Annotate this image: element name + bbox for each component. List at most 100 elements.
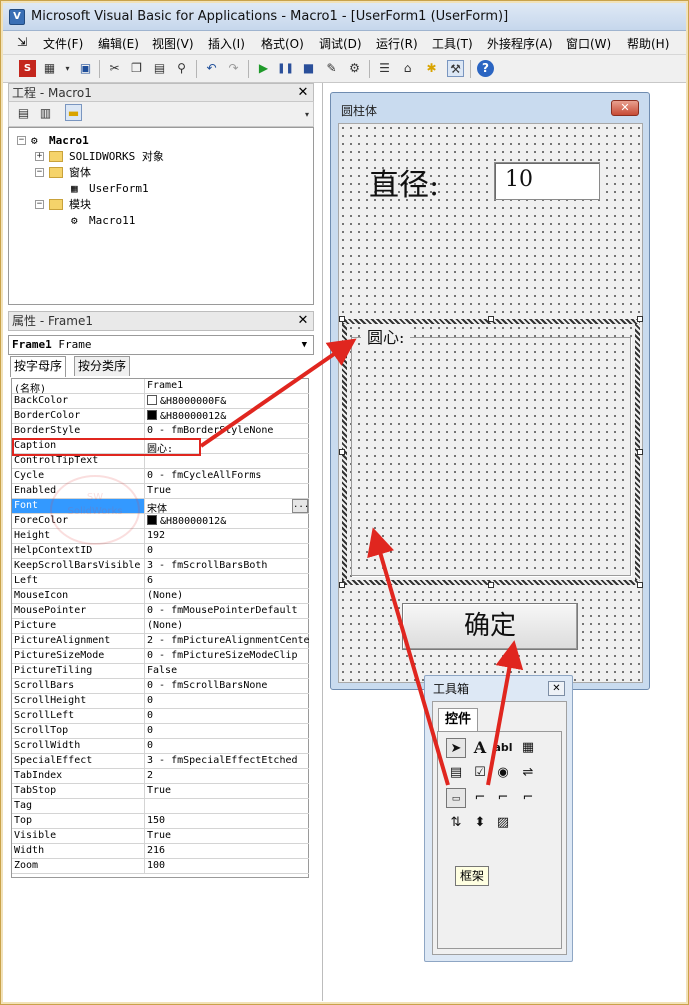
toolbox-window[interactable]: 工具箱 ✕ 控件 ➤ A abl ▦ ▤ ☑ ◉ ⇌ ▭ ⌐ ⌐ ⌐ ⇅ ⬍ ▨… (424, 675, 573, 962)
ellipsis-button[interactable]: ... (292, 499, 309, 513)
property-row[interactable]: BorderColor &H80000012& (12, 409, 309, 424)
property-value[interactable]: 3 - fmSpecialEffectEtched (147, 755, 309, 766)
column-divider[interactable] (144, 754, 145, 769)
property-value[interactable]: (None) (147, 590, 309, 601)
property-row[interactable]: PictureSizeMode 0 - fmPictureSizeModeClip (12, 649, 309, 664)
property-value[interactable]: 0 (147, 740, 309, 751)
column-divider[interactable] (144, 409, 145, 424)
property-value[interactable]: 6 (147, 575, 309, 586)
property-row[interactable]: ScrollLeft 0 (12, 709, 309, 724)
menu-debug[interactable]: 调试(D) (319, 35, 362, 52)
resize-handle[interactable] (637, 582, 643, 588)
find-icon[interactable]: ⚲ (173, 60, 190, 77)
scrollbar-tool-icon[interactable]: ⇅ (446, 813, 466, 833)
chevron-down-icon[interactable]: ▼ (302, 336, 307, 354)
property-row[interactable]: SpecialEffect 3 - fmSpecialEffectEtched (12, 754, 309, 769)
select-pointer-icon[interactable]: ➤ (446, 738, 466, 758)
column-divider[interactable] (144, 574, 145, 589)
stop-icon[interactable]: ■ (300, 60, 317, 77)
column-divider[interactable] (144, 724, 145, 739)
column-divider[interactable] (144, 844, 145, 859)
property-row[interactable]: TabIndex 2 (12, 769, 309, 784)
help-icon[interactable]: ? (477, 60, 494, 77)
collapse-icon[interactable]: − (35, 200, 44, 209)
close-icon[interactable]: ✕ (611, 100, 639, 116)
property-row[interactable]: HelpContextID 0 (12, 544, 309, 559)
column-divider[interactable] (144, 454, 145, 469)
column-divider[interactable] (144, 529, 145, 544)
close-icon[interactable]: ✕ (548, 681, 565, 696)
menu-format[interactable]: 格式(O) (261, 35, 304, 52)
property-row[interactable]: BackColor &H8000000F& (12, 394, 309, 409)
redo-icon[interactable]: ↷ (225, 60, 242, 77)
property-row[interactable]: KeepScrollBarsVisible 3 - fmScrollBarsBot… (12, 559, 309, 574)
tab-alphabetic[interactable]: 按字母序 (10, 356, 67, 377)
resize-handle[interactable] (637, 316, 643, 322)
property-row[interactable]: ScrollBars 0 - fmScrollBarsNone (12, 679, 309, 694)
resize-handle[interactable] (339, 316, 345, 322)
property-value[interactable]: 0 - fmMousePointerDefault (147, 605, 309, 616)
property-value[interactable]: True (147, 785, 309, 796)
cut-icon[interactable]: ✂ (106, 60, 123, 77)
column-divider[interactable] (144, 544, 145, 559)
property-value[interactable]: 100 (147, 860, 309, 871)
spinbutton-tool-icon[interactable]: ⬍ (470, 813, 490, 833)
column-divider[interactable] (144, 859, 145, 874)
menu-run[interactable]: 运行(R) (376, 35, 418, 52)
optionbutton-tool-icon[interactable]: ◉ (493, 763, 513, 783)
column-divider[interactable] (144, 484, 145, 499)
resize-handle[interactable] (637, 449, 643, 455)
column-divider[interactable] (144, 649, 145, 664)
dropdown-icon[interactable]: ▾ (59, 60, 76, 77)
property-value[interactable]: 0 (147, 725, 309, 736)
property-value[interactable]: True (147, 485, 309, 496)
column-divider[interactable] (144, 739, 145, 754)
design-mode-icon[interactable]: ✎ (323, 60, 340, 77)
close-icon[interactable]: ✕ (296, 314, 310, 328)
property-value[interactable]: 2 (147, 770, 309, 781)
property-value[interactable]: 0 - fmScrollBarsNone (147, 680, 309, 691)
menu-tools[interactable]: 工具(T) (432, 35, 473, 52)
property-row[interactable]: PictureTiling False (12, 664, 309, 679)
collapse-icon[interactable]: − (17, 136, 26, 145)
column-divider[interactable] (144, 709, 145, 724)
property-value[interactable]: 0 - fmPictureSizeModeClip (147, 650, 309, 661)
property-row[interactable]: ScrollHeight 0 (12, 694, 309, 709)
property-row[interactable]: Left 6 (12, 574, 309, 589)
paste-icon[interactable]: ▤ (151, 60, 168, 77)
object-browser-icon[interactable]: ⌂ (399, 60, 416, 77)
property-value[interactable]: Frame1 (147, 380, 309, 391)
image-tool-icon[interactable]: ▨ (493, 813, 513, 833)
column-divider[interactable] (144, 424, 145, 439)
property-value[interactable]: &H80000012& (147, 515, 309, 527)
property-row[interactable]: BorderStyle 0 - fmBorderStyleNone (12, 424, 309, 439)
property-value[interactable]: True (147, 830, 309, 841)
collapse-icon[interactable]: − (35, 168, 44, 177)
property-row[interactable]: ControlTipText (12, 454, 309, 469)
property-row[interactable]: Visible True (12, 829, 309, 844)
close-icon[interactable]: ✕ (296, 86, 310, 100)
property-value[interactable]: 0 (147, 710, 309, 721)
object-selector[interactable]: Frame1 Frame ▼ (8, 335, 314, 355)
menu-help[interactable]: 帮助(H) (627, 35, 669, 52)
tools-icon[interactable]: ⚒ (447, 60, 464, 77)
resize-handle[interactable] (339, 582, 345, 588)
resize-handle[interactable] (339, 449, 345, 455)
column-divider[interactable] (144, 634, 145, 649)
property-row[interactable]: ScrollTop 0 (12, 724, 309, 739)
menu-file[interactable]: 文件(F) (43, 35, 83, 52)
textbox-tool-icon[interactable]: abl (493, 738, 513, 758)
menu-addins[interactable]: 外接程序(A) (487, 35, 553, 52)
listbox-tool-icon[interactable]: ▤ (446, 763, 466, 783)
property-value[interactable]: &H80000012& (147, 410, 309, 422)
view-code-icon[interactable]: ▤ (15, 105, 32, 122)
project-explorer-icon[interactable]: ⚙ (346, 60, 363, 77)
multipage-tool-icon[interactable]: ⌐ (518, 788, 538, 808)
tab-categorized[interactable]: 按分类序 (74, 356, 131, 376)
property-row[interactable]: Zoom 100 (12, 859, 309, 874)
column-divider[interactable] (144, 694, 145, 709)
diameter-textbox[interactable]: 10 (494, 162, 600, 200)
column-divider[interactable] (144, 394, 145, 409)
property-value[interactable]: 0 (147, 695, 309, 706)
expand-icon[interactable]: + (35, 152, 44, 161)
